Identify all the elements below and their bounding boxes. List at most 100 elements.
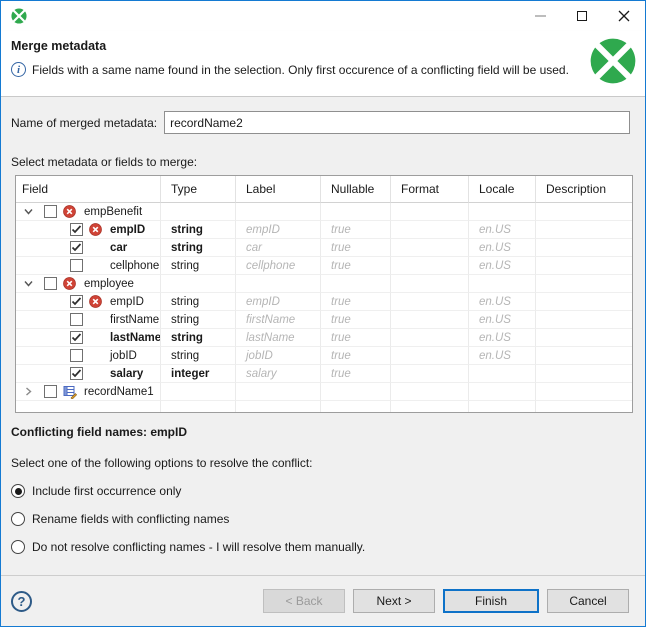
table-row-salary[interactable]: salary integer salary true	[16, 365, 632, 383]
error-icon	[63, 205, 76, 218]
table-row-employee[interactable]: employee	[16, 275, 632, 293]
field-cell: car	[16, 239, 161, 257]
tree-toggle[interactable]	[22, 387, 34, 396]
nullable-cell: true	[321, 329, 391, 347]
nullable-cell: true	[321, 311, 391, 329]
column-header-field[interactable]: Field	[16, 176, 161, 203]
table-row-firstName[interactable]: firstName string firstName true en.US	[16, 311, 632, 329]
description-cell	[536, 329, 632, 347]
checkmark-icon	[71, 333, 82, 342]
nullable-cell: true	[321, 293, 391, 311]
table-row-empID[interactable]: empID string empID true en.US	[16, 221, 632, 239]
checkmark-icon	[71, 369, 82, 378]
locale-cell	[469, 275, 536, 293]
table-row-jobID[interactable]: jobID string jobID true en.US	[16, 347, 632, 365]
metadata-fields-table: Field Type Label Nullable Format Locale Descri…	[15, 175, 633, 413]
table-row-lastName[interactable]: lastName string lastName true en.US	[16, 329, 632, 347]
description-cell	[536, 257, 632, 275]
row-checkbox[interactable]	[70, 295, 83, 308]
field-cell: employee	[16, 275, 161, 293]
select-metadata-label: Select metadata or fields to merge:	[11, 155, 198, 169]
table-row-empID[interactable]: empID string empID true en.US	[16, 293, 632, 311]
conflict-option-3[interactable]: Do not resolve conflicting names - I wil…	[11, 539, 630, 555]
label-cell: lastName	[236, 329, 321, 347]
locale-cell	[469, 401, 536, 412]
row-checkbox[interactable]	[70, 259, 83, 272]
minimize-button[interactable]	[519, 1, 561, 31]
column-header-locale[interactable]: Locale	[469, 176, 536, 203]
field-cell: firstName	[16, 311, 161, 329]
table-header-row: Field Type Label Nullable Format Locale Descri…	[16, 176, 632, 203]
field-name: jobID	[110, 349, 137, 362]
row-checkbox[interactable]	[70, 349, 83, 362]
field-cell	[16, 401, 161, 412]
finish-button[interactable]: Finish	[443, 589, 539, 613]
row-checkbox[interactable]	[70, 331, 83, 344]
next-button[interactable]: Next >	[353, 589, 435, 613]
label-cell: empID	[236, 293, 321, 311]
minimize-icon	[534, 15, 546, 17]
merged-metadata-name-input[interactable]	[164, 111, 630, 134]
close-button[interactable]	[603, 1, 645, 31]
group-name: empBenefit	[84, 205, 143, 218]
conflict-option-2[interactable]: Rename fields with conflicting names	[11, 511, 630, 527]
field-cell: lastName	[16, 329, 161, 347]
label-cell: jobID	[236, 347, 321, 365]
description-cell	[536, 383, 632, 401]
radio-button[interactable]	[11, 540, 25, 554]
format-cell	[391, 239, 469, 257]
chevron-down-icon	[23, 281, 33, 287]
row-checkbox[interactable]	[44, 205, 57, 218]
checkmark-icon	[71, 225, 82, 234]
type-cell	[161, 383, 236, 401]
tree-toggle[interactable]	[22, 279, 34, 288]
name-of-merged-metadata-label: Name of merged metadata:	[11, 115, 158, 130]
type-cell	[161, 275, 236, 293]
info-icon: i	[11, 62, 26, 77]
column-header-nullable[interactable]: Nullable	[321, 176, 391, 203]
conflict-resolve-prompt: Select one of the following options to r…	[11, 456, 313, 470]
conflict-option-1[interactable]: Include first occurrence only	[11, 483, 630, 499]
error-icon	[63, 277, 76, 290]
title-bar	[1, 1, 645, 31]
column-header-label[interactable]: Label	[236, 176, 321, 203]
button-bar: ? < Back Next > Finish Cancel	[1, 575, 645, 626]
table-row-recordName1[interactable]: recordName1	[16, 383, 632, 401]
row-checkbox[interactable]	[70, 367, 83, 380]
type-cell: integer	[161, 365, 236, 383]
format-cell	[391, 383, 469, 401]
column-header-type[interactable]: Type	[161, 176, 236, 203]
row-checkbox[interactable]	[70, 241, 83, 254]
field-name: cellphone	[110, 259, 160, 272]
page-title: Merge metadata	[11, 39, 107, 53]
table-row-cellphone[interactable]: cellphone string cellphone true en.US	[16, 257, 632, 275]
tree-toggle[interactable]	[22, 207, 34, 216]
radio-button[interactable]	[11, 512, 25, 526]
row-checkbox[interactable]	[70, 313, 83, 326]
error-icon	[89, 223, 102, 236]
window-controls	[519, 1, 645, 31]
row-checkbox[interactable]	[44, 385, 57, 398]
label-cell	[236, 203, 321, 221]
radio-button[interactable]	[11, 484, 25, 498]
label-cell: empID	[236, 221, 321, 239]
table-row-car[interactable]: car string car true en.US	[16, 239, 632, 257]
maximize-button[interactable]	[561, 1, 603, 31]
table-row-empBenefit[interactable]: empBenefit	[16, 203, 632, 221]
type-cell	[161, 401, 236, 412]
row-checkbox[interactable]	[70, 223, 83, 236]
cancel-button[interactable]: Cancel	[547, 589, 629, 613]
column-header-format[interactable]: Format	[391, 176, 469, 203]
type-cell: string	[161, 347, 236, 365]
field-cell: salary	[16, 365, 161, 383]
row-checkbox[interactable]	[44, 277, 57, 290]
field-name: empID	[110, 223, 146, 236]
nullable-cell: true	[321, 257, 391, 275]
format-cell	[391, 347, 469, 365]
clover-icon	[11, 8, 27, 24]
column-header-description[interactable]: Description	[536, 176, 632, 203]
type-cell: string	[161, 257, 236, 275]
help-button[interactable]: ?	[11, 590, 32, 612]
label-cell	[236, 401, 321, 412]
locale-cell: en.US	[469, 311, 536, 329]
